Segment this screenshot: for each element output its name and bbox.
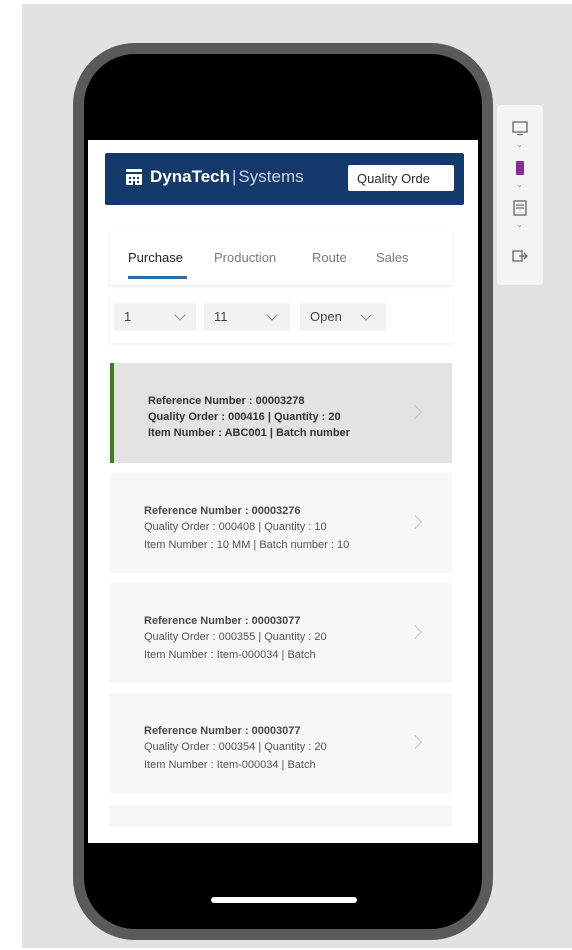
order-quality-quantity: Quality Order : 000354 | Quantity : 20 [144,741,327,753]
order-item-batch: Item Number : 10 MM | Batch number : 10 [144,539,350,551]
chevron-down-icon [174,309,186,321]
active-tab-indicator [128,276,187,279]
exit-icon[interactable] [511,247,529,265]
order-card[interactable]: Reference Number : 00003077 Quality Orde… [110,693,452,793]
order-reference: Reference Number : 00003077 [144,615,301,627]
order-quality-quantity: Quality Order : 000416 | Quantity : 20 [148,411,341,423]
brand-logo: DynaTech | Systems [125,167,304,187]
building-logo-icon [126,169,142,185]
order-item-batch: Item Number : Item-000034 | Batch [144,649,316,661]
filter-dropdown-2-value: 11 [214,309,228,324]
filter-dropdown-1[interactable]: 1 [114,303,196,331]
chevron-right-icon[interactable] [407,514,423,530]
phone-icon[interactable] [511,159,529,177]
order-card[interactable]: Reference Number : 00003077 Quality Orde… [110,583,452,683]
order-quality-quantity: Quality Order : 000355 | Quantity : 20 [144,631,327,643]
tab-bar: Purchase Production Route Sales [110,230,452,285]
filter-dropdown-2[interactable]: 11 [204,303,290,331]
home-indicator[interactable] [211,897,357,903]
caret-down-icon: ⌄ [516,220,523,229]
filter-dropdown-status-value: Open [310,309,342,324]
filter-dropdown-status[interactable]: Open [300,303,386,331]
tab-route[interactable]: Route [312,250,347,265]
order-item-batch: Item Number : Item-000034 | Batch [144,759,316,771]
quality-order-button[interactable]: Quality Orde [348,165,454,191]
chevron-down-icon [266,309,278,321]
order-item-batch: Item Number : ABC001 | Batch number [148,427,350,439]
app-header: DynaTech | Systems Quality Orde [105,153,464,205]
order-reference: Reference Number : 00003278 [148,395,305,407]
tab-sales[interactable]: Sales [376,250,409,265]
order-quality-quantity: Quality Order : 000408 | Quantity : 10 [144,521,327,533]
order-card[interactable]: Reference Number : 00003276 Quality Orde… [110,473,452,573]
filter-dropdown-1-value: 1 [124,309,132,324]
tab-purchase[interactable]: Purchase [128,250,183,265]
app-screen: DynaTech | Systems Quality Orde Purchase… [88,140,478,843]
chevron-down-icon [360,309,372,321]
brand-separator: | [232,167,237,186]
tablet-icon[interactable] [511,199,529,217]
monitor-icon[interactable] [511,119,529,137]
tab-production[interactable]: Production [214,250,276,265]
filter-bar: 1 11 Open [110,295,452,343]
brand-suffix: Systems [238,167,304,186]
order-reference: Reference Number : 00003276 [144,505,301,517]
phone-frame: DynaTech | Systems Quality Orde Purchase… [73,43,493,940]
chevron-right-icon[interactable] [407,624,423,640]
caret-down-icon: ⌄ [516,180,523,189]
chevron-right-icon[interactable] [407,734,423,750]
order-card-partial [110,805,452,827]
device-preview-toolbar: ⌄ ⌄ ⌄ [497,105,543,285]
order-reference: Reference Number : 00003077 [144,725,301,737]
caret-down-icon: ⌄ [516,140,523,149]
chevron-right-icon[interactable] [407,404,423,420]
order-card[interactable]: Reference Number : 00003278 Quality Orde… [110,363,452,463]
brand-name: DynaTech [150,167,230,186]
